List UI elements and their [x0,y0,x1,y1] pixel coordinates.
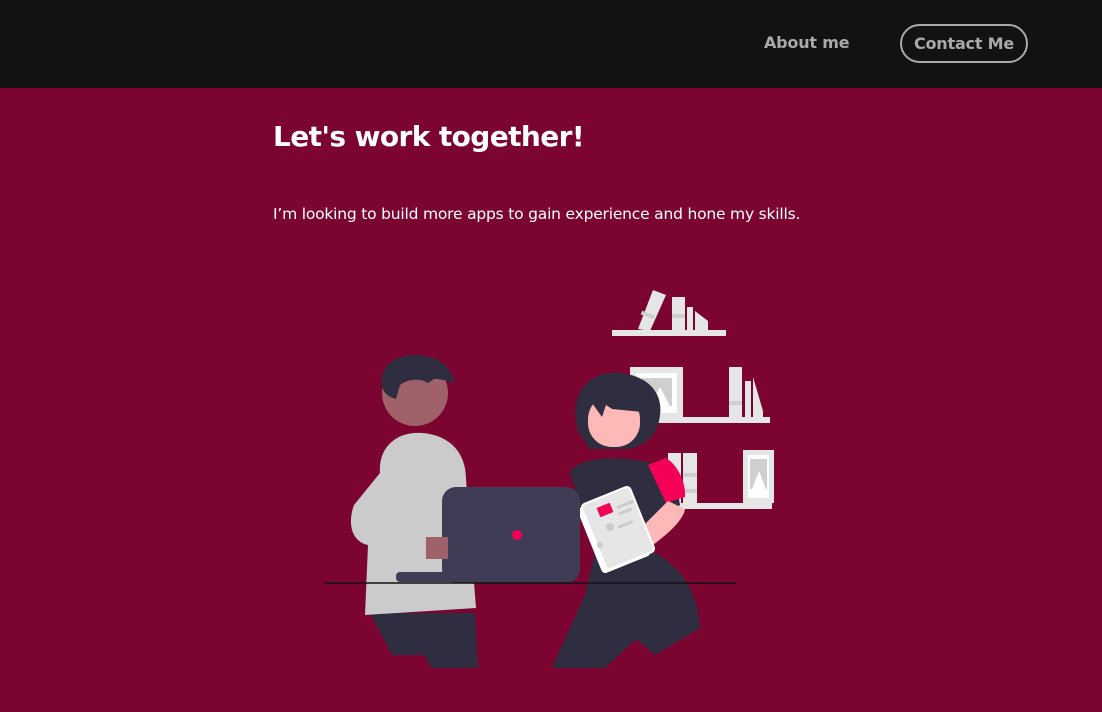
collaboration-illustration [324,290,774,668]
intro-paragraph: I’m looking to build more apps to gain e… [273,205,801,223]
top-nav-bar: About me Contact Me [0,0,1102,88]
about-me-link[interactable]: About me [764,33,850,52]
contact-me-button[interactable]: Contact Me [900,24,1028,63]
page-heading: Let's work together! [273,120,585,153]
